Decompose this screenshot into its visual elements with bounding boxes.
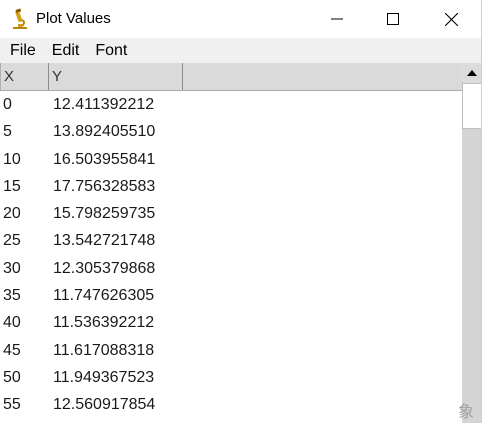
table-row[interactable]: 35 11.747626305 [0,282,462,309]
menu-bar: File Edit Font [0,38,482,63]
table-row[interactable]: 50 11.949367523 [0,364,462,391]
table-row[interactable]: 45 11.617088318 [0,337,462,364]
cell-x-value: 50 [3,368,21,386]
table-row[interactable]: 40 11.536392212 [0,309,462,336]
scroll-track[interactable] [462,129,482,423]
cell-x-value: 35 [3,287,21,305]
table-row[interactable]: 0 12.411392212 [0,91,462,118]
table-row[interactable]: 25 13.542721748 [0,227,462,254]
close-button[interactable] [422,0,480,38]
cell-y-value: 11.617088318 [53,341,155,359]
cell-x-value: 10 [3,150,21,168]
window-title: Plot Values [36,10,111,27]
scroll-up-button[interactable] [462,63,482,83]
values-table[interactable]: X Y 0 12.411392212 5 13.892405510 10 16.50395… [0,63,462,423]
cell-y-value: 16.503955841 [53,150,156,168]
cell-y-value: 13.892405510 [53,123,156,141]
table-row[interactable]: 20 15.798259735 [0,200,462,227]
maximize-icon [387,13,399,25]
plot-values-window: Plot Values File Edit Font X Y 0 12.4113… [0,0,482,423]
cell-x-value: 55 [3,396,21,414]
table-row[interactable]: 30 12.305379868 [0,255,462,282]
cell-x-value: 15 [3,177,21,195]
menu-edit[interactable]: Edit [42,38,80,63]
cell-x-value: 25 [3,232,21,250]
cell-y-value: 11.536392212 [53,314,155,332]
table-row[interactable]: 15 17.756328583 [0,173,462,200]
cell-y-value: 11.747626305 [53,287,155,305]
maximize-button[interactable] [364,0,422,38]
table-row[interactable]: 10 16.503955841 [0,146,462,173]
cell-x-value: 5 [3,123,12,141]
triangle-up-icon [467,70,477,76]
cell-y-value: 11.949367523 [53,368,155,386]
cell-y-value: 12.411392212 [53,96,155,113]
minimize-button[interactable] [308,0,366,38]
table-header: X Y [0,63,462,91]
column-header-x[interactable]: X [0,63,49,90]
scroll-thumb[interactable] [462,83,482,129]
menu-file[interactable]: File [0,38,36,63]
column-header-filler [183,63,462,90]
close-icon [444,12,458,26]
ime-indicator: 象 [458,404,475,421]
cell-x-value: 45 [3,341,21,359]
microscope-icon [10,8,30,30]
minimize-icon [331,18,343,20]
title-bar[interactable]: Plot Values [0,0,482,38]
cell-x-value: 30 [3,259,21,277]
cell-y-value: 12.305379868 [53,259,156,277]
table-row[interactable]: 55 12.560917854 [0,391,462,418]
cell-y-value: 15.798259735 [53,205,156,223]
menu-font[interactable]: Font [85,38,127,63]
cell-x-value: 40 [3,314,21,332]
cell-x-value: 20 [3,205,21,223]
cell-x-value: 0 [3,96,12,113]
cell-y-value: 17.756328583 [53,177,156,195]
table-body: 0 12.411392212 5 13.892405510 10 16.503955841… [0,91,462,419]
cell-y-value: 13.542721748 [53,232,156,250]
vertical-scrollbar[interactable] [462,63,482,423]
cell-y-value: 12.560917854 [53,396,156,414]
table-row[interactable]: 5 13.892405510 [0,118,462,145]
column-header-y[interactable]: Y [49,63,183,90]
